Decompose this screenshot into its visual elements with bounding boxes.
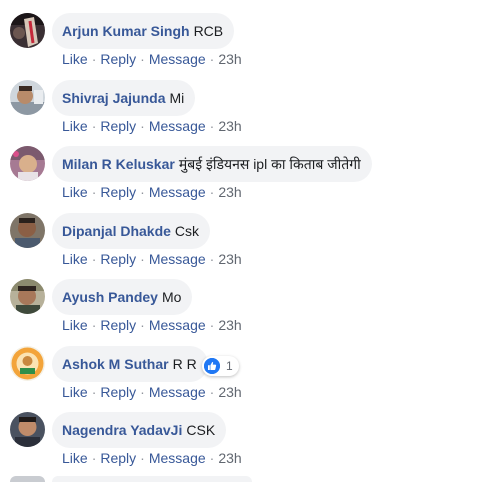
comment-text: Mi xyxy=(169,90,185,106)
comment-author[interactable]: Ashok M Suthar xyxy=(62,356,169,372)
reaction-count: 1 xyxy=(226,359,233,373)
comment-actions: Like · Reply · Message · 23h xyxy=(62,317,242,333)
comment-actions: Like · Reply · Message · 23h xyxy=(62,251,242,267)
comment-actions: Like · Reply · Message · 23h xyxy=(62,450,242,466)
avatar[interactable] xyxy=(10,279,45,314)
comment-author[interactable]: Dipanjal Dhakde xyxy=(62,223,171,239)
comment-timestamp[interactable]: 23h xyxy=(218,317,241,333)
separator: · xyxy=(91,450,97,466)
reply-button[interactable]: Reply xyxy=(100,118,136,134)
comment-author[interactable]: Nagendra YadavJi xyxy=(62,422,182,438)
comment: Dipanjal Dhakde Csk Like · Reply · Message · 23… xyxy=(0,200,497,267)
comment-actions: Like · Reply · Message · 23h xyxy=(62,51,242,67)
comment-bubble: Dipanjal Dhakde Csk xyxy=(52,213,211,249)
comment-timestamp[interactable]: 23h xyxy=(218,51,241,67)
separator: · xyxy=(140,450,145,466)
reply-button[interactable]: Reply xyxy=(100,317,136,333)
comment-author[interactable]: Shivraj Jajunda xyxy=(62,90,165,106)
avatar[interactable] xyxy=(10,346,45,381)
separator: · xyxy=(209,317,215,333)
comment-actions: Like · Reply · Message · 23h xyxy=(62,384,242,400)
separator: · xyxy=(91,51,97,67)
avatar[interactable] xyxy=(10,146,45,181)
separator: · xyxy=(140,251,145,267)
separator: · xyxy=(91,251,97,267)
separator: · xyxy=(209,51,215,67)
message-button[interactable]: Message xyxy=(149,51,206,67)
reply-button[interactable]: Reply xyxy=(100,450,136,466)
comment-bubble: Arjun Kumar Singh RCB xyxy=(52,13,235,49)
comment: Ashok M Suthar R R Like · Reply · Message · 23h xyxy=(0,333,497,400)
like-button[interactable]: Like xyxy=(62,184,88,200)
avatar[interactable] xyxy=(10,213,45,248)
comment-actions: Like · Reply · Message · 23h xyxy=(62,118,242,134)
separator: · xyxy=(140,384,145,400)
like-button[interactable]: Like xyxy=(62,251,88,267)
comment-text: Csk xyxy=(174,223,200,239)
reply-button[interactable]: Reply xyxy=(100,184,136,200)
reply-button[interactable]: Reply xyxy=(100,384,136,400)
reply-button[interactable]: Reply xyxy=(100,51,136,67)
message-button[interactable]: Message xyxy=(149,184,206,200)
comment-author[interactable]: Milan R Keluskar xyxy=(62,156,175,172)
separator: · xyxy=(91,384,97,400)
comment-bubble: Milan R Keluskar मुंबई इंडियनस ipl का कित… xyxy=(52,146,372,182)
avatar[interactable] xyxy=(10,476,45,482)
separator: · xyxy=(209,184,215,200)
comment-bubble xyxy=(52,476,252,482)
avatar[interactable] xyxy=(10,412,45,447)
separator: · xyxy=(209,251,215,267)
avatar[interactable] xyxy=(10,80,45,115)
message-button[interactable]: Message xyxy=(149,251,206,267)
message-button[interactable]: Message xyxy=(149,450,206,466)
separator: · xyxy=(209,450,215,466)
reply-button[interactable]: Reply xyxy=(100,251,136,267)
comment-bubble: Ayush Pandey Mo xyxy=(52,279,193,315)
comment: Shivraj Jajunda Mi Like · Reply · Message · 23h xyxy=(0,67,497,134)
comment: Nagendra YadavJi CSK Like · Reply · Message · 2… xyxy=(0,399,497,466)
comment-text: R R xyxy=(172,356,197,372)
comment-text: CSK xyxy=(186,422,216,438)
separator: · xyxy=(209,384,215,400)
comment-author[interactable]: Ayush Pandey xyxy=(62,289,158,305)
separator: · xyxy=(140,118,145,134)
message-button[interactable]: Message xyxy=(149,384,206,400)
message-button[interactable]: Message xyxy=(149,317,206,333)
message-button[interactable]: Message xyxy=(149,118,206,134)
comment: Arjun Kumar Singh RCB Like · Reply · Message ·… xyxy=(0,0,497,67)
comment-bubble: Ashok M Suthar R R xyxy=(52,346,208,382)
comment-bubble: Shivraj Jajunda Mi xyxy=(52,80,196,116)
comment-timestamp[interactable]: 23h xyxy=(218,118,241,134)
like-button[interactable]: Like xyxy=(62,118,88,134)
comment-timestamp[interactable]: 23h xyxy=(218,450,241,466)
comment-text: RCB xyxy=(193,23,224,39)
like-button[interactable]: Like xyxy=(62,384,88,400)
comment-text: Mo xyxy=(161,289,182,305)
separator: · xyxy=(140,317,145,333)
separator: · xyxy=(209,118,215,134)
comment-author[interactable]: Arjun Kumar Singh xyxy=(62,23,190,39)
comment-bubble: Nagendra YadavJi CSK xyxy=(52,412,227,448)
comment: Milan R Keluskar मुंबई इंडियनस ipl का कित… xyxy=(0,133,497,200)
comment-actions: Like · Reply · Message · 23h xyxy=(62,184,242,200)
like-icon xyxy=(204,358,220,374)
comment-timestamp[interactable]: 23h xyxy=(218,251,241,267)
separator: · xyxy=(91,118,97,134)
comment-text: मुंबई इंडियनस ipl का किताब जीतेगी xyxy=(178,156,361,172)
separator: · xyxy=(140,184,145,200)
avatar[interactable] xyxy=(10,13,45,48)
comment-timestamp[interactable]: 23h xyxy=(218,184,241,200)
separator: · xyxy=(91,184,97,200)
comment-timestamp[interactable]: 23h xyxy=(218,384,241,400)
like-button[interactable]: Like xyxy=(62,51,88,67)
reaction-badge[interactable]: 1 xyxy=(202,356,239,376)
like-button[interactable]: Like xyxy=(62,317,88,333)
separator: · xyxy=(91,317,97,333)
like-button[interactable]: Like xyxy=(62,450,88,466)
comment: Ayush Pandey Mo Like · Reply · Message · 23h xyxy=(0,266,497,333)
separator: · xyxy=(140,51,145,67)
